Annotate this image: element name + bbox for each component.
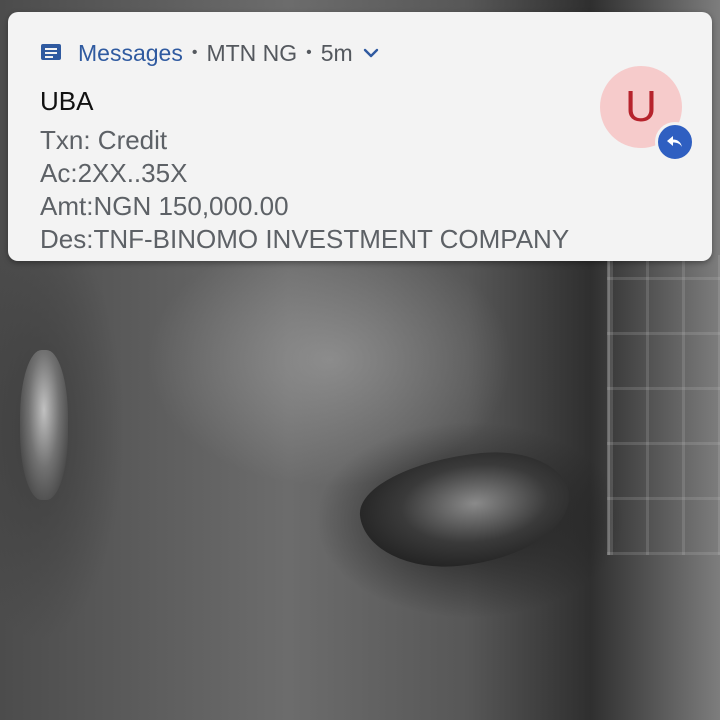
background-window <box>607 255 720 555</box>
message-line-account: Ac:2XX..35X <box>40 158 188 188</box>
message-icon <box>40 42 62 64</box>
separator-dot: • <box>306 44 312 61</box>
separator-dot: • <box>191 44 198 61</box>
sender-title: UBA <box>40 86 94 116</box>
reply-icon[interactable] <box>655 122 695 162</box>
background-earring <box>20 350 68 500</box>
message-body: Txn: Credit Ac:2XX..35X Amt:NGN 150,000.… <box>40 124 569 256</box>
sms-notification-card[interactable]: Messages • MTN NG • 5m UBA Txn: Credit A… <box>8 12 712 261</box>
carrier-label: MTN NG <box>206 39 298 66</box>
timestamp: 5m <box>320 39 353 66</box>
chevron-down-icon[interactable] <box>363 47 379 59</box>
message-line-txn: Txn: Credit <box>40 125 168 155</box>
notification-header: Messages • MTN NG • 5m <box>40 38 379 68</box>
avatar-letter: U <box>625 82 657 131</box>
message-line-description: Des:TNF-BINOMO INVESTMENT COMPANY <box>40 224 570 254</box>
app-name: Messages <box>78 39 183 66</box>
message-line-amount: Amt:NGN 150,000.00 <box>40 191 289 221</box>
